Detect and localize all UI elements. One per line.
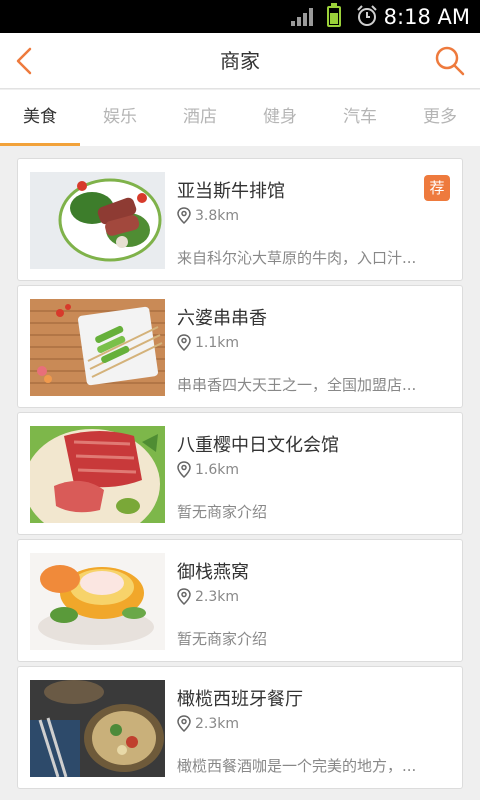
merchant-name: 橄榄西班牙餐厅 <box>177 689 303 710</box>
tab-food[interactable]: 美食 <box>0 90 80 146</box>
category-tabs: 美食 娱乐 酒店 健身 汽车 更多 <box>0 90 480 146</box>
page-title: 商家 <box>220 49 260 73</box>
merchant-distance: 2.3km <box>177 588 239 605</box>
merchant-distance-value: 3.8km <box>195 207 240 224</box>
merchant-distance-value: 1.1km <box>195 334 240 351</box>
merchant-list: 亚当斯牛排馆 3.8km 来自科尔沁大草原的牛肉，入口汁... 荐 六婆串串香 … <box>17 158 463 793</box>
tab-entertainment[interactable]: 娱乐 <box>80 90 160 146</box>
merchant-photo <box>30 172 165 269</box>
merchant-distance-value: 1.6km <box>195 461 240 478</box>
merchant-distance-value: 2.3km <box>195 588 240 605</box>
signal-icon <box>291 8 313 26</box>
merchant-card[interactable]: 亚当斯牛排馆 3.8km 来自科尔沁大草原的牛肉，入口汁... 荐 <box>17 158 463 281</box>
merchant-card[interactable]: 橄榄西班牙餐厅 2.3km 橄榄西餐酒咖是一个完美的地方，... <box>17 666 463 789</box>
alarm-icon <box>357 5 377 26</box>
merchant-name: 八重樱中日文化会馆 <box>177 435 339 456</box>
recommend-badge: 荐 <box>424 175 450 201</box>
location-pin-icon <box>177 715 191 732</box>
merchant-name: 亚当斯牛排馆 <box>177 181 285 202</box>
merchant-photo <box>30 426 165 523</box>
merchant-distance: 1.6km <box>177 461 239 478</box>
merchant-photo <box>30 299 165 396</box>
location-pin-icon <box>177 207 191 224</box>
location-pin-icon <box>177 588 191 605</box>
location-pin-icon <box>177 461 191 478</box>
header-bar: 商家 <box>0 33 480 89</box>
tab-hotel[interactable]: 酒店 <box>160 90 240 146</box>
merchant-distance: 1.1km <box>177 334 239 351</box>
merchant-description: 暂无商家介绍 <box>177 503 268 521</box>
merchant-distance: 2.3km <box>177 715 239 732</box>
merchant-description: 橄榄西餐酒咖是一个完美的地方，... <box>177 757 417 775</box>
merchant-card[interactable]: 八重樱中日文化会馆 1.6km 暂无商家介绍 <box>17 412 463 535</box>
tab-more[interactable]: 更多 <box>400 90 480 146</box>
merchant-distance-value: 2.3km <box>195 715 240 732</box>
merchant-name: 六婆串串香 <box>177 308 267 329</box>
merchant-description: 串串香四大天王之一，全国加盟店... <box>177 376 417 394</box>
merchant-description: 来自科尔沁大草原的牛肉，入口汁... <box>177 249 417 267</box>
status-bar: 8:18 AM <box>0 0 480 33</box>
merchant-description: 暂无商家介绍 <box>177 630 268 648</box>
merchant-card[interactable]: 六婆串串香 1.1km 串串香四大天王之一，全国加盟店... <box>17 285 463 408</box>
merchant-card[interactable]: 御栈燕窝 2.3km 暂无商家介绍 <box>17 539 463 662</box>
merchant-distance: 3.8km <box>177 207 239 224</box>
status-time: 8:18 AM <box>383 5 470 29</box>
merchant-name: 御栈燕窝 <box>177 562 249 583</box>
merchant-photo <box>30 680 165 777</box>
location-pin-icon <box>177 334 191 351</box>
merchant-photo <box>30 553 165 650</box>
battery-icon <box>327 3 341 27</box>
tab-fitness[interactable]: 健身 <box>240 90 320 146</box>
search-icon[interactable] <box>430 41 470 81</box>
tab-car[interactable]: 汽车 <box>320 90 400 146</box>
